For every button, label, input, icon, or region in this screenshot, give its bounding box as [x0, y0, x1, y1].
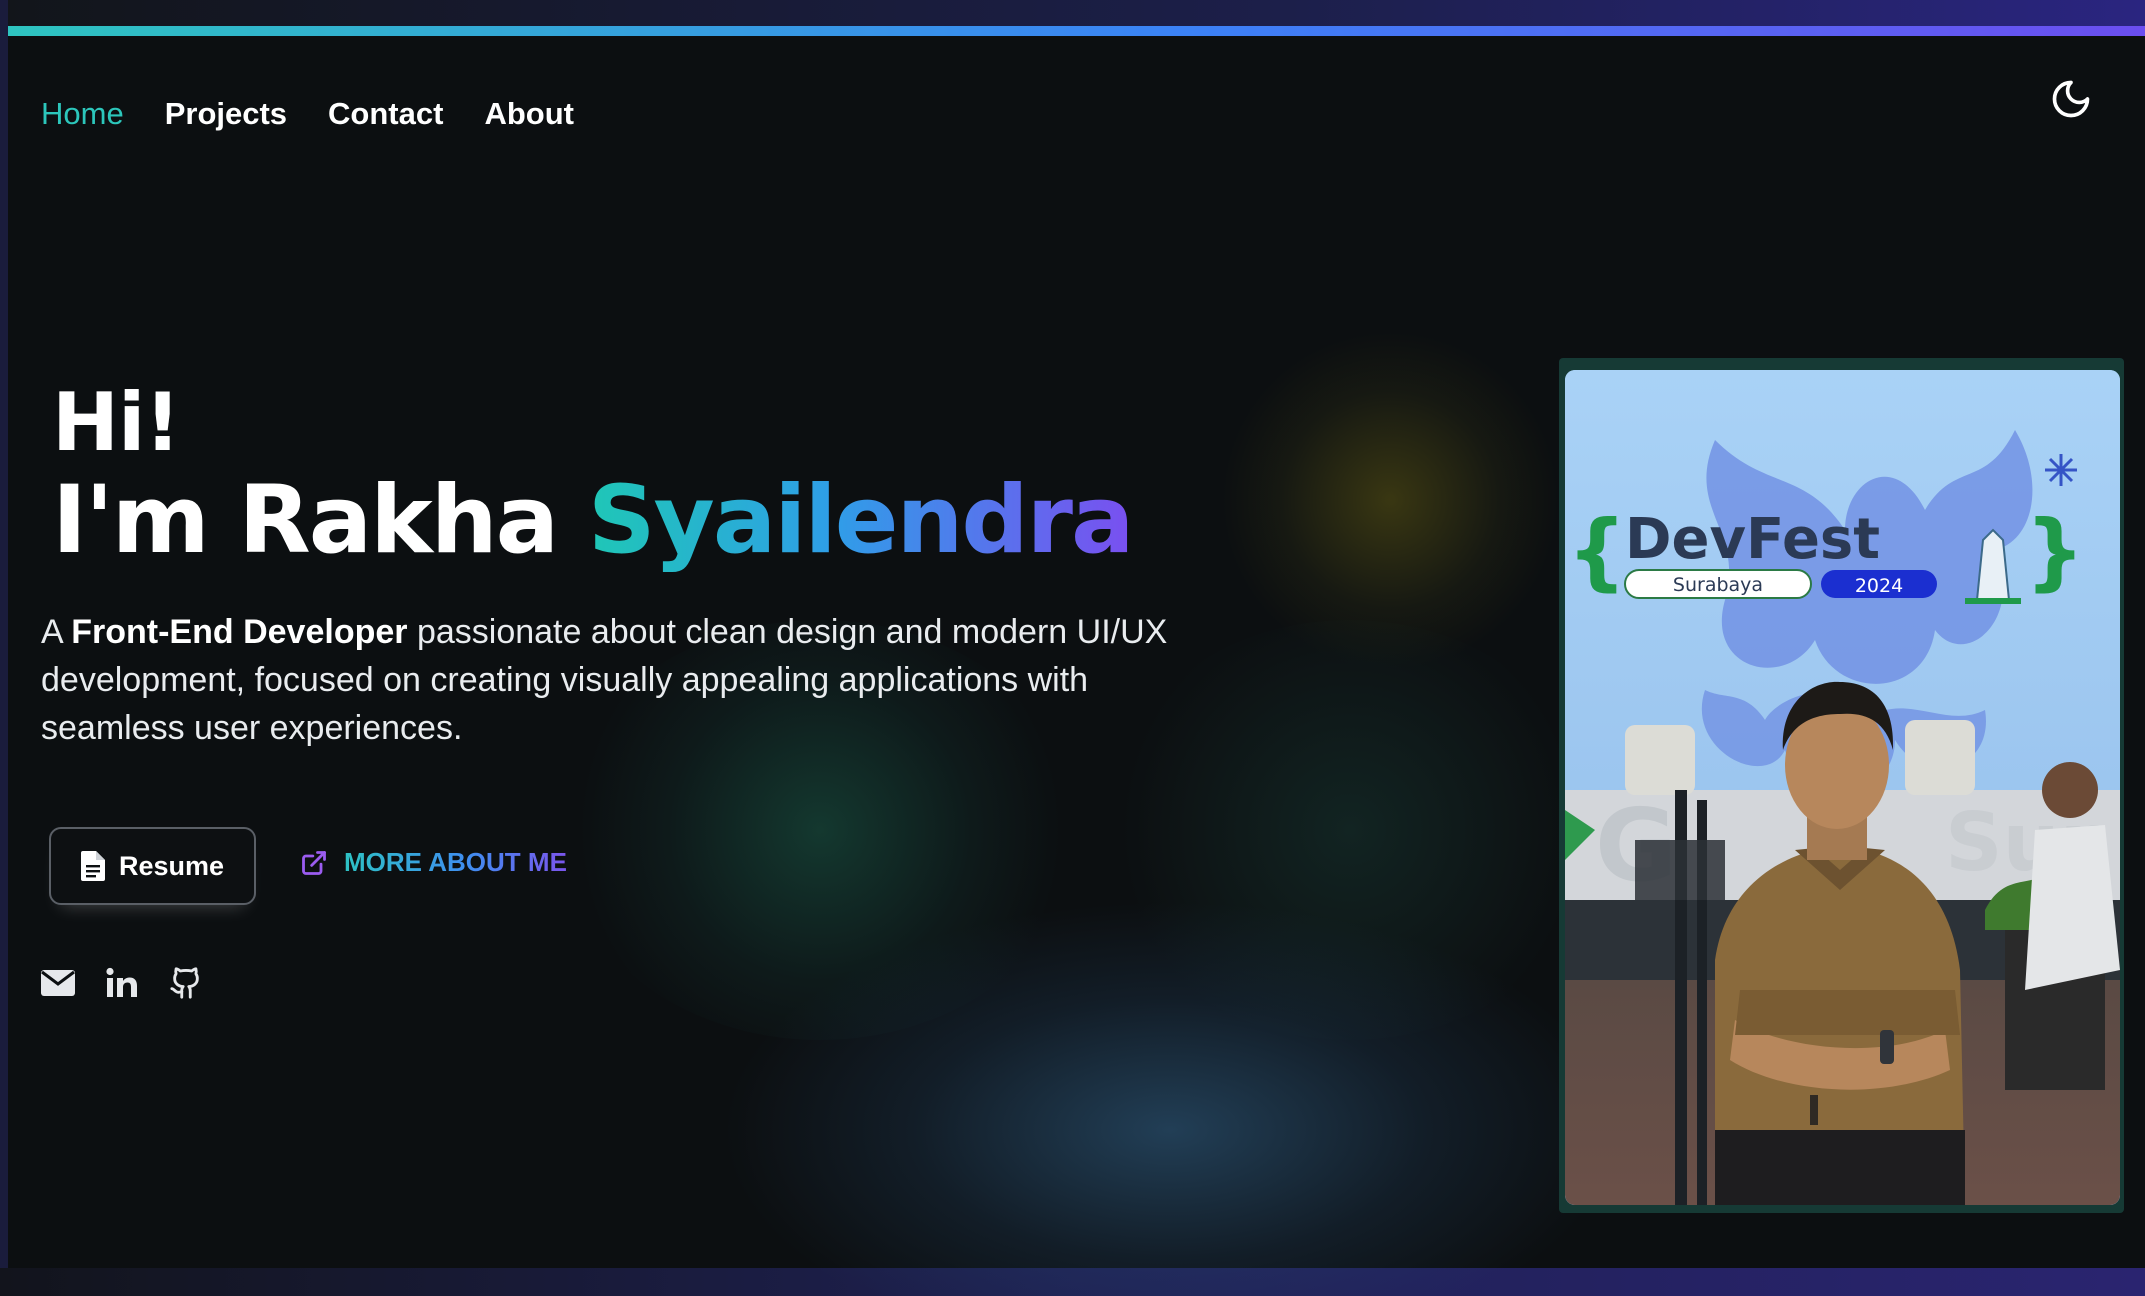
social-links	[41, 966, 203, 1000]
more-about-me-label: MORE ABOUT ME	[344, 847, 567, 877]
github-icon	[170, 967, 199, 999]
hero-name-accent: Syailendra	[587, 466, 1135, 575]
svg-text:}: }	[2025, 502, 2085, 600]
background-glow-blue	[720, 900, 1620, 1296]
main-nav: Home Projects Contact About	[41, 96, 574, 132]
profile-photo-illustration: { } DevFest Surabaya 2024 G Sur	[1565, 370, 2120, 1205]
hero-name-prefix: I'm Rakha	[52, 466, 559, 575]
hero-intro: A Front-End Developer passionate about c…	[41, 608, 1201, 752]
profile-photo: { } DevFest Surabaya 2024 G Sur	[1565, 370, 2120, 1205]
external-link-icon	[302, 850, 326, 875]
linkedin-icon	[106, 967, 137, 997]
github-link[interactable]	[169, 966, 203, 1000]
page: Home Projects Contact About Hi! I'm Rakh…	[0, 0, 2145, 1296]
nav-projects[interactable]: Projects	[165, 96, 287, 132]
mail-icon	[41, 970, 75, 996]
top-gradient-bar	[8, 26, 2145, 36]
intro-role: Front-End Developer	[71, 613, 408, 651]
event-city: Surabaya	[1673, 574, 1763, 596]
svg-text:{: {	[1567, 502, 1627, 600]
resume-button[interactable]: Resume	[49, 827, 256, 905]
bottom-strip	[0, 1268, 2145, 1296]
hero-name: I'm Rakha Syailendra	[52, 466, 1135, 576]
top-strip	[0, 0, 2145, 28]
nav-contact[interactable]: Contact	[328, 96, 443, 132]
document-icon	[80, 851, 105, 881]
background-glow-yellow	[1220, 330, 1560, 670]
intro-prefix: A	[41, 613, 72, 651]
moon-icon	[2052, 80, 2090, 118]
event-title: DevFest	[1625, 507, 1880, 572]
nav-about[interactable]: About	[484, 96, 574, 132]
resume-label: Resume	[118, 850, 225, 881]
left-edge	[0, 0, 8, 1296]
hero-greeting: Hi!	[52, 376, 181, 469]
email-link[interactable]	[41, 966, 75, 1000]
event-year: 2024	[1855, 575, 1903, 597]
linkedin-link[interactable]	[105, 966, 139, 1000]
nav-home[interactable]: Home	[41, 96, 124, 132]
more-about-me-link[interactable]: MORE ABOUT ME	[300, 847, 567, 878]
theme-toggle-button[interactable]	[2046, 74, 2096, 124]
